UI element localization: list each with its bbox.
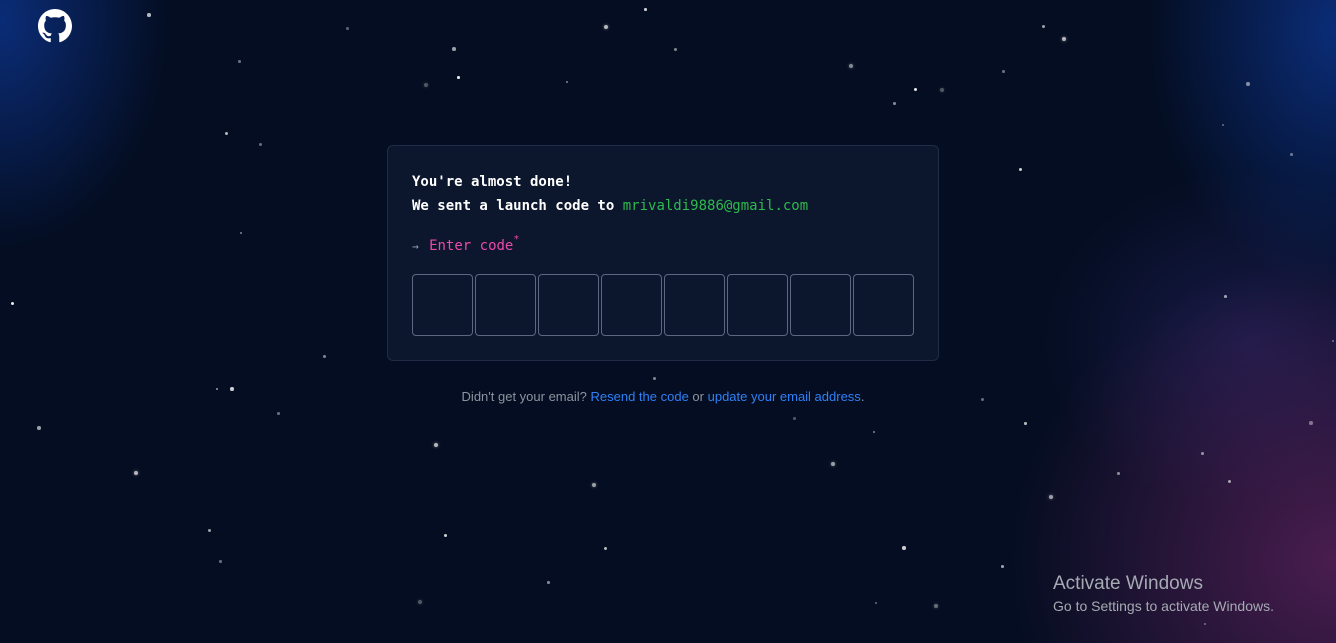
star	[323, 355, 326, 358]
footer-middle: or	[692, 389, 704, 404]
star	[424, 83, 428, 87]
footer-prefix: Didn't get your email?	[461, 389, 587, 404]
star	[547, 581, 550, 584]
star	[940, 88, 944, 92]
star	[346, 27, 349, 30]
star	[893, 102, 896, 105]
star	[1228, 480, 1231, 483]
star	[1042, 25, 1045, 28]
star	[604, 547, 607, 550]
star	[644, 8, 647, 11]
star	[1309, 421, 1313, 425]
enter-code-label: → Enter code*	[412, 234, 519, 254]
star	[831, 462, 835, 466]
star	[418, 600, 422, 604]
star	[1224, 295, 1227, 298]
star	[457, 76, 460, 79]
star	[434, 443, 438, 447]
star	[1117, 472, 1120, 475]
star	[653, 377, 656, 380]
sent-code-message: We sent a launch code to mrivaldi9886@gm…	[412, 198, 808, 214]
star	[1002, 70, 1005, 73]
email-address: mrivaldi9886@gmail.com	[622, 198, 809, 214]
star	[849, 64, 853, 68]
star	[566, 81, 568, 83]
code-input-group	[412, 274, 914, 336]
star	[1019, 168, 1022, 171]
code-digit-input-2[interactable]	[475, 274, 536, 336]
verification-card: You're almost done! We sent a launch cod…	[387, 145, 939, 361]
code-digit-input-1[interactable]	[412, 274, 473, 336]
almost-done-heading: You're almost done!	[412, 174, 573, 190]
star	[875, 602, 877, 604]
star	[1290, 153, 1293, 156]
code-digit-input-3[interactable]	[538, 274, 599, 336]
star	[1222, 124, 1224, 126]
star	[1001, 565, 1004, 568]
star	[452, 47, 456, 51]
star	[147, 13, 151, 17]
activate-windows-watermark: Activate Windows Go to Settings to activ…	[1053, 573, 1274, 614]
code-digit-input-7[interactable]	[790, 274, 851, 336]
star	[1246, 82, 1250, 86]
star	[219, 560, 222, 563]
star	[1204, 623, 1206, 625]
star	[37, 426, 41, 430]
star	[1332, 340, 1334, 342]
star	[240, 232, 242, 234]
star	[1049, 495, 1053, 499]
star	[1024, 422, 1027, 425]
star	[277, 412, 280, 415]
star	[1201, 452, 1204, 455]
enter-code-text: Enter code	[429, 238, 514, 254]
star	[134, 471, 138, 475]
watermark-title: Activate Windows	[1053, 573, 1203, 594]
required-asterisk: *	[513, 234, 520, 245]
star	[873, 431, 875, 433]
star	[238, 60, 241, 63]
code-digit-input-5[interactable]	[664, 274, 725, 336]
star	[592, 483, 596, 487]
star	[208, 529, 211, 532]
watermark-subtitle: Go to Settings to activate Windows.	[1053, 598, 1274, 614]
footer-suffix: .	[860, 389, 865, 404]
star	[259, 143, 262, 146]
star	[11, 302, 14, 305]
star	[902, 546, 906, 550]
code-digit-input-8[interactable]	[853, 274, 914, 336]
star	[934, 604, 938, 608]
code-digit-input-6[interactable]	[727, 274, 788, 336]
arrow-right-icon: →	[412, 240, 419, 253]
code-digit-input-4[interactable]	[601, 274, 662, 336]
resend-code-link[interactable]: Resend the code	[591, 389, 689, 404]
star	[1062, 37, 1066, 41]
star	[604, 25, 608, 29]
resend-footer: Didn't get your email? Resend the code o…	[0, 389, 1326, 404]
update-email-link[interactable]: update your email address	[708, 389, 861, 404]
github-icon[interactable]	[38, 9, 72, 43]
star	[225, 132, 228, 135]
star	[793, 417, 796, 420]
star	[914, 88, 917, 91]
star	[444, 534, 447, 537]
sent-code-prefix: We sent a launch code to	[412, 198, 615, 214]
star	[674, 48, 677, 51]
